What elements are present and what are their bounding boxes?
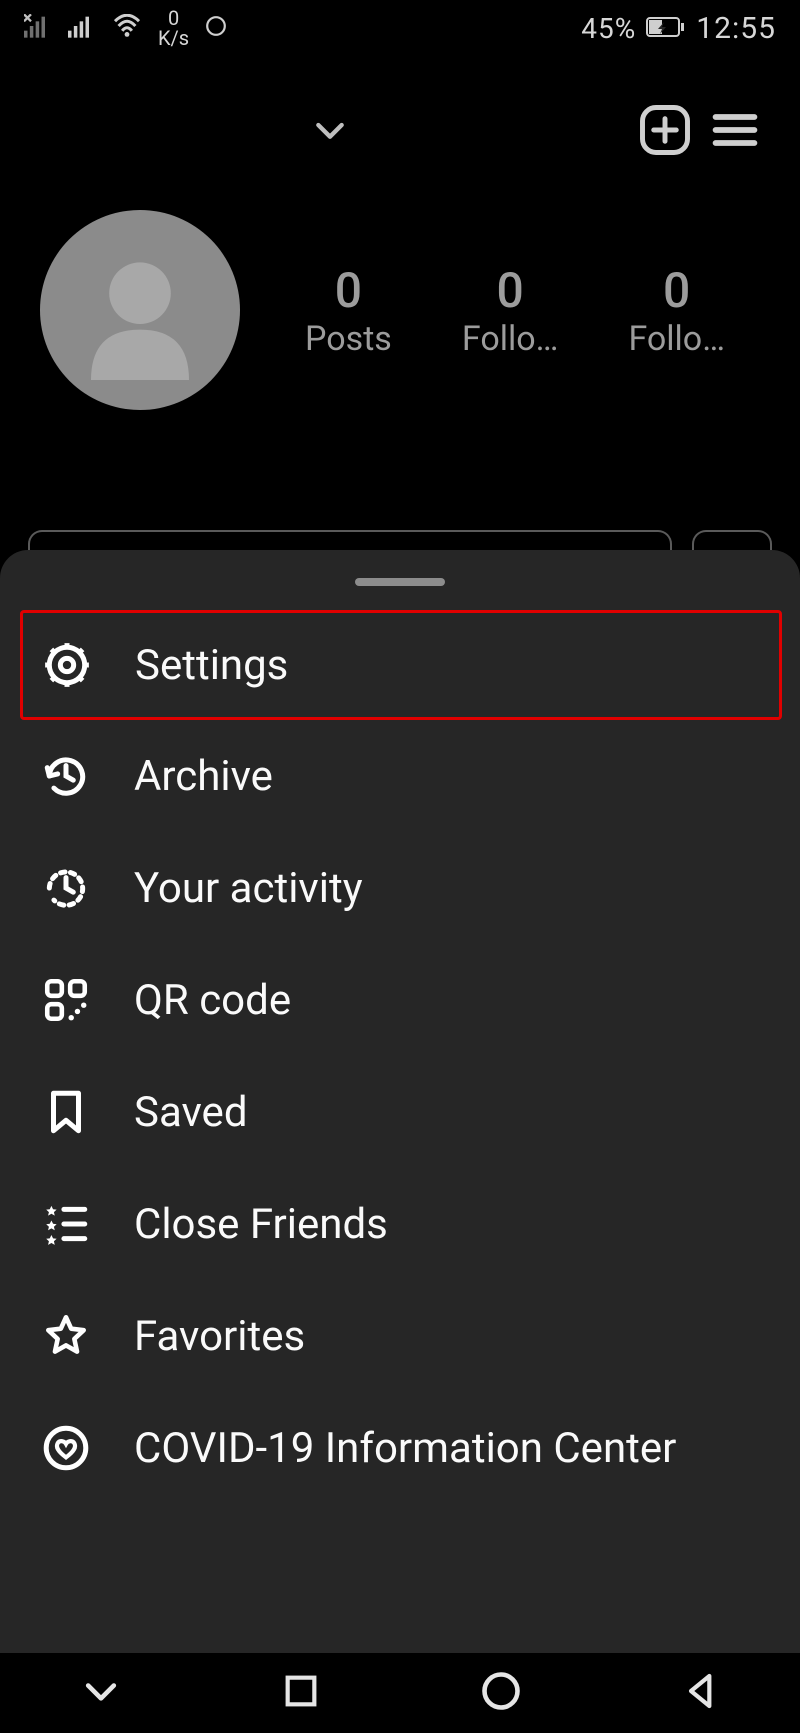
status-left: 0 K/s — [24, 8, 227, 48]
chevron-down-icon — [310, 110, 350, 150]
stat-following-label: Follo… — [628, 319, 725, 359]
menu-item-settings[interactable]: Settings — [20, 610, 782, 720]
avatar[interactable] — [40, 210, 240, 410]
nav-hide-keyboard[interactable] — [79, 1669, 123, 1717]
hamburger-menu-button[interactable] — [700, 95, 770, 165]
qr-code-icon — [38, 972, 94, 1028]
person-placeholder-icon — [70, 240, 210, 380]
stat-posts-label: Posts — [305, 319, 392, 359]
stat-posts[interactable]: 0 Posts — [305, 262, 392, 359]
profile-menu-sheet: Settings Archive Your activity — [0, 550, 800, 1653]
clock: 12:55 — [696, 11, 776, 46]
stat-followers-count: 0 — [497, 262, 524, 319]
menu-label: Your activity — [134, 864, 363, 913]
wifi-icon — [112, 14, 142, 42]
signal-sim2-icon — [68, 14, 96, 42]
menu-item-covid[interactable]: COVID-19 Information Center — [0, 1392, 800, 1504]
android-nav-bar — [0, 1653, 800, 1733]
data-speed: 0 K/s — [158, 8, 189, 48]
history-icon — [38, 748, 94, 804]
menu-label: Archive — [134, 752, 273, 801]
menu-item-your-activity[interactable]: Your activity — [0, 832, 800, 944]
star-icon — [38, 1308, 94, 1364]
create-button[interactable] — [630, 95, 700, 165]
stat-followers[interactable]: 0 Follo… — [462, 262, 559, 359]
menu-item-archive[interactable]: Archive — [0, 720, 800, 832]
profile-header: 0 Posts 0 Follo… 0 Follo… — [0, 210, 800, 410]
username-dropdown[interactable] — [30, 110, 630, 150]
stat-following-count: 0 — [663, 262, 690, 319]
stat-followers-label: Follo… — [462, 319, 559, 359]
star-list-icon — [38, 1196, 94, 1252]
nav-back[interactable] — [681, 1671, 721, 1715]
circle-indicator-icon — [205, 15, 227, 41]
nav-home[interactable] — [479, 1669, 523, 1717]
bookmark-icon — [38, 1084, 94, 1140]
menu-item-qr-code[interactable]: QR code — [0, 944, 800, 1056]
menu-label: Settings — [135, 641, 288, 690]
hamburger-icon — [709, 104, 761, 156]
activity-icon — [38, 860, 94, 916]
sheet-drag-handle[interactable] — [355, 578, 445, 586]
battery-icon — [646, 12, 686, 45]
status-right: 45% 12:55 — [581, 11, 776, 46]
menu-item-saved[interactable]: Saved — [0, 1056, 800, 1168]
signal-sim1-icon — [24, 14, 52, 42]
menu-label: QR code — [134, 976, 291, 1025]
nav-recents[interactable] — [281, 1671, 321, 1715]
stat-following[interactable]: 0 Follo… — [628, 262, 725, 359]
heart-circle-icon — [38, 1420, 94, 1476]
menu-label: Saved — [134, 1088, 248, 1137]
profile-stats: 0 Posts 0 Follo… 0 Follo… — [270, 262, 760, 359]
status-bar: 0 K/s 45% 12:55 — [0, 0, 800, 56]
menu-item-close-friends[interactable]: Close Friends — [0, 1168, 800, 1280]
menu-label: COVID-19 Information Center — [134, 1424, 676, 1473]
menu-item-favorites[interactable]: Favorites — [0, 1280, 800, 1392]
stat-posts-count: 0 — [335, 262, 362, 319]
plus-square-icon — [638, 103, 692, 157]
gear-icon — [39, 637, 95, 693]
menu-label: Close Friends — [134, 1200, 388, 1249]
menu-label: Favorites — [134, 1312, 305, 1361]
profile-top-bar — [0, 95, 800, 165]
battery-percent: 45% — [581, 12, 636, 45]
